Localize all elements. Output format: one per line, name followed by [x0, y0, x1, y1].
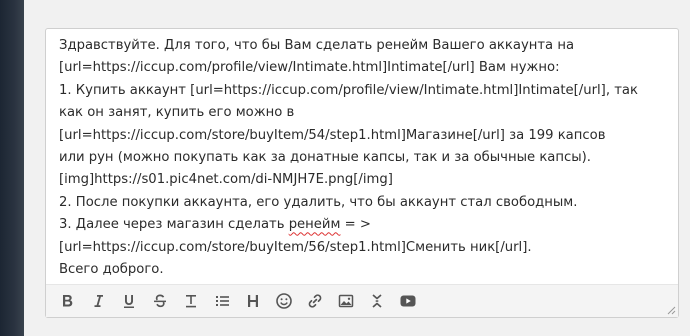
message-line-start: 3. Далее через магазин сделать: [59, 217, 289, 233]
video-button[interactable]: [395, 289, 420, 314]
message-line: 1. Купить аккаунт [url=https://iccup.com…: [59, 82, 638, 98]
heading-icon: [247, 295, 258, 307]
italic-button[interactable]: [85, 289, 110, 314]
bold-icon: [62, 295, 72, 307]
spoiler-button[interactable]: [364, 289, 389, 314]
message-line: Всего доброго.: [59, 262, 164, 278]
image-icon: [338, 294, 353, 308]
message-line: [url=https://iccup.com/profile/view/Inti…: [59, 60, 560, 76]
message-line: [url=https://iccup.com/store/buyItem/54/…: [59, 127, 606, 143]
strikethrough-button[interactable]: [147, 289, 172, 314]
clear-format-icon: [185, 295, 196, 308]
clear-format-button[interactable]: [178, 289, 203, 314]
misspelled-word[interactable]: ренейм: [289, 217, 341, 232]
message-line: [url=https://iccup.com/store/buyItem/56/…: [59, 239, 532, 255]
message-line: 2. После покупки аккаунта, его удалить, …: [59, 194, 578, 210]
editor-toolbar: [46, 284, 678, 317]
underline-button[interactable]: [116, 289, 141, 314]
list-icon: [215, 296, 229, 306]
spoiler-icon: [371, 294, 382, 308]
link-button[interactable]: [302, 289, 327, 314]
message-line: как он занят, купить его можно в: [59, 105, 295, 121]
italic-icon: [94, 295, 103, 307]
emoji-icon: [275, 293, 292, 309]
bold-button[interactable]: [54, 289, 79, 314]
video-icon: [400, 295, 415, 307]
image-button[interactable]: [333, 289, 358, 314]
link-icon: [308, 294, 321, 308]
message-line: [img]https://s01.pic4net.com/di-NMJH7E.p…: [59, 172, 393, 188]
page-background-strip: [0, 0, 24, 336]
message-editor[interactable]: Здравствуйте. Для того, что бы Вам сдела…: [45, 28, 679, 318]
heading-button[interactable]: [240, 289, 265, 314]
resize-handle-icon[interactable]: [667, 306, 676, 315]
message-line-end: = >: [340, 217, 371, 233]
message-line: Здравствуйте. Для того, что бы Вам сдела…: [59, 38, 575, 53]
message-line: или рун (можно покупать как за донатные …: [59, 150, 591, 166]
list-button[interactable]: [209, 289, 234, 314]
strikethrough-icon: [153, 294, 166, 308]
message-textarea[interactable]: Здравствуйте. Для того, что бы Вам сдела…: [46, 29, 678, 285]
underline-icon: [123, 295, 134, 308]
emoji-button[interactable]: [271, 289, 296, 314]
